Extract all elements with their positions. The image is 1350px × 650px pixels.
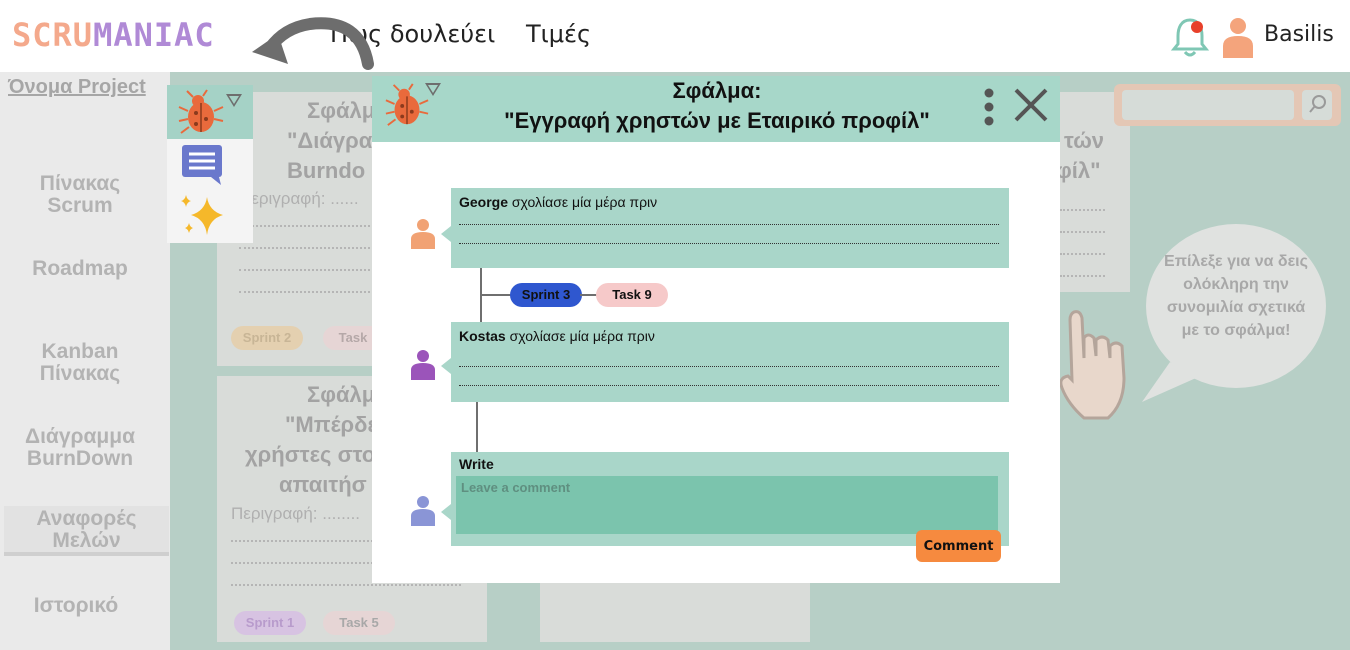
comment-meta: σχολίασε μία μέρα πριν	[511, 194, 658, 210]
comment-card: Kostas σχολίασε μία μέρα πριν	[451, 322, 1009, 402]
sidebar-item-label: Roadmap	[32, 257, 128, 280]
search-input[interactable]	[1122, 90, 1294, 120]
sidebar-item-label: BurnDown	[26, 447, 134, 470]
bug-comments-modal: Σφάλμα: "Εγγραφή χρηστών με Εταιρικό προ…	[372, 76, 1060, 583]
bug-actions-panel	[167, 85, 253, 243]
bug-icon[interactable]	[177, 89, 225, 135]
sidebar-item-label: Πίνακας	[39, 362, 121, 385]
dotted-line	[239, 291, 374, 293]
logo-part2: MANIAC	[93, 16, 215, 54]
sidebar-item-label: Scrum	[47, 194, 113, 217]
modal-title-line2: "Εγγραφή χρηστών με Εταιρικό προφίλ"	[504, 108, 930, 133]
bell-icon[interactable]	[1170, 14, 1210, 60]
sparkle-icon[interactable]	[179, 193, 225, 237]
sidebar-item-scrum-board[interactable]: Πίνακας Scrum	[0, 173, 160, 217]
avatar	[411, 219, 435, 249]
user-icon[interactable]	[1220, 16, 1256, 58]
project-name-link[interactable]: Όνομα Project	[8, 76, 146, 99]
bug-panel-header	[167, 85, 253, 139]
hand-pointer-icon	[1059, 310, 1126, 420]
back-arrow-icon[interactable]	[250, 14, 375, 82]
search-button[interactable]	[1302, 90, 1332, 120]
write-label: Write	[459, 456, 494, 472]
sidebar-item-label: Kanban	[41, 340, 119, 363]
task-tag[interactable]: Task 5	[323, 611, 395, 635]
comment-header: Kostas σχολίασε μία μέρα πριν	[459, 328, 655, 344]
task-tag[interactable]: Task 9	[596, 283, 668, 307]
user-name[interactable]: Basilis	[1264, 22, 1334, 47]
dotted-line	[1060, 231, 1105, 233]
dotted-line	[239, 269, 374, 271]
sidebar-item-history[interactable]: Ιστορικό	[0, 595, 152, 617]
comment-button[interactable]: Comment	[916, 530, 1001, 562]
sidebar-item-roadmap[interactable]: Roadmap	[0, 258, 160, 280]
kebab-menu-icon[interactable]	[982, 88, 996, 126]
sidebar-item-burndown[interactable]: Διάγραμμα BurnDown	[0, 426, 160, 470]
logo[interactable]: SCRUMANIAC	[12, 16, 215, 54]
dotted-line	[1060, 275, 1105, 277]
avatar	[411, 496, 435, 526]
close-icon[interactable]	[1012, 86, 1050, 124]
comment-pointer	[441, 358, 451, 374]
chevron-down-icon[interactable]	[225, 93, 243, 109]
nav-pricing[interactable]: Τιμές	[526, 20, 591, 48]
sidebar-item-label: Μελών	[52, 529, 121, 552]
dotted-line	[1060, 209, 1105, 211]
sidebar: Όνομα Project Πίνακας Scrum Roadmap Kanb…	[0, 72, 170, 650]
card-title-line: τών	[1064, 128, 1105, 153]
comment-author[interactable]: George	[459, 194, 508, 210]
sprint-tag[interactable]: Sprint 1	[234, 611, 306, 635]
dotted-line	[239, 247, 374, 249]
comment-text-line	[459, 224, 999, 225]
dotted-line	[231, 584, 461, 586]
top-navbar: SCRUMANIAC Πως δουλεύει Τιμές Basilis	[0, 0, 1350, 72]
comment-card: George σχολίασε μία μέρα πριν	[451, 188, 1009, 268]
search-bar	[1114, 84, 1341, 126]
modal-title-line1: Σφάλμα:	[672, 78, 762, 103]
thread-line	[476, 402, 478, 452]
comment-pointer	[441, 504, 451, 520]
hint-text: Επίλεξε για να δεις ολόκληρη την συνομιλ…	[1164, 253, 1308, 339]
sidebar-item-label: Διάγραμμα	[24, 425, 136, 448]
comment-text-line	[459, 366, 999, 367]
avatar	[411, 350, 435, 380]
sprint-tag[interactable]: Sprint 2	[231, 326, 303, 350]
comment-input[interactable]	[456, 476, 998, 534]
comment-pointer	[441, 226, 451, 242]
comment-text-line	[459, 243, 999, 244]
dotted-line	[239, 225, 374, 227]
sidebar-item-kanban[interactable]: Kanban Πίνακας	[0, 341, 160, 385]
comment-meta: σχολίασε μία μέρα πριν	[509, 328, 655, 344]
sidebar-item-label: Αναφορές	[36, 507, 137, 530]
sidebar-item-label: Ιστορικό	[33, 594, 119, 617]
chat-icon[interactable]	[181, 143, 223, 185]
modal-header: Σφάλμα: "Εγγραφή χρηστών με Εταιρικό προ…	[372, 76, 1060, 142]
dotted-line	[1060, 253, 1105, 255]
sprint-tag[interactable]: Sprint 3	[510, 283, 582, 307]
comment-text-line	[459, 385, 999, 386]
card-description: Περιγραφή: ......	[239, 189, 359, 208]
comment-author[interactable]: Kostas	[459, 328, 506, 344]
sidebar-item-label: Πίνακας	[39, 172, 121, 195]
sidebar-item-member-reports[interactable]: Αναφορές Μελών	[4, 506, 169, 556]
modal-title: Σφάλμα: "Εγγραφή χρηστών με Εταιρικό προ…	[412, 76, 1022, 136]
card-description: Περιγραφή: ........	[231, 504, 361, 523]
card-title-line: φίλ"	[1056, 158, 1101, 183]
logo-part1: SCRU	[12, 16, 94, 54]
comment-header: George σχολίασε μία μέρα πριν	[459, 194, 657, 210]
search-icon	[1309, 95, 1326, 113]
